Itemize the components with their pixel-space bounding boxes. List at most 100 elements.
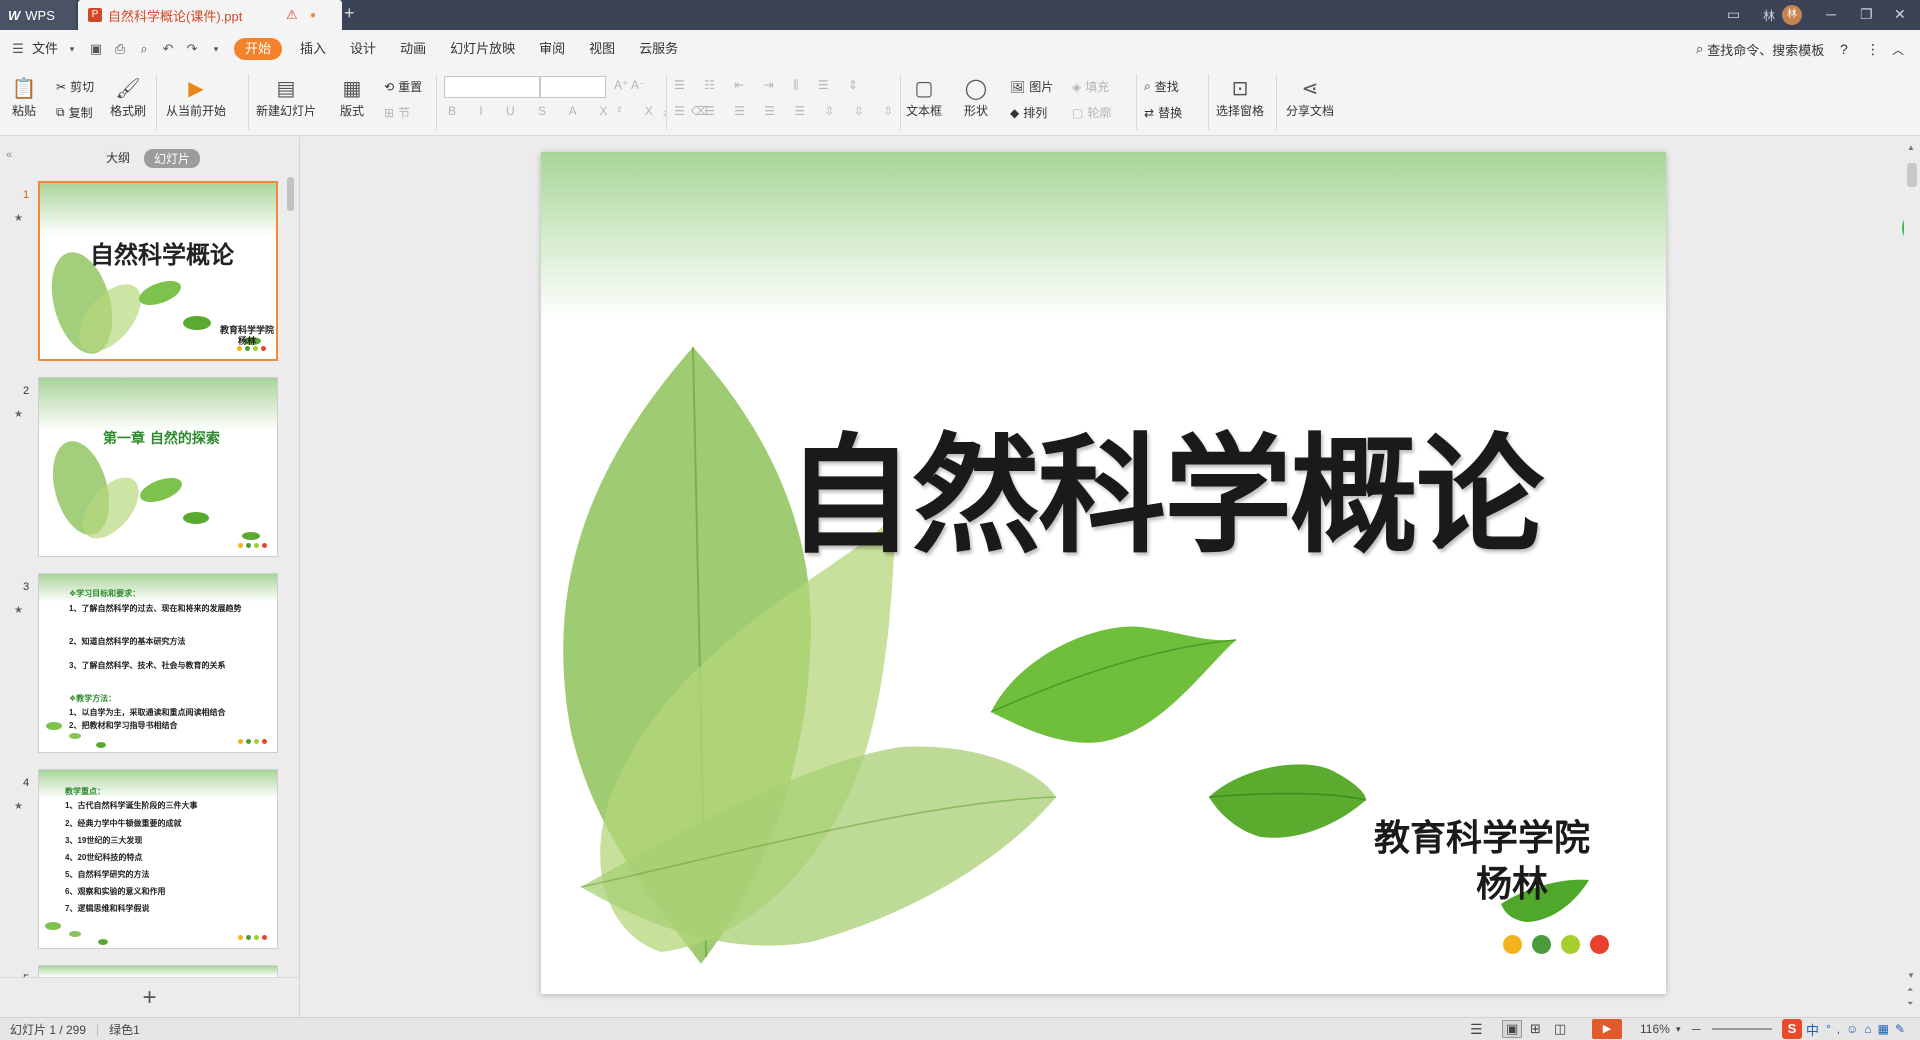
print-icon[interactable]: ⎙	[108, 41, 132, 57]
zoom-out-icon[interactable]: ─	[1692, 1022, 1701, 1036]
zoom-level[interactable]: 116%	[1640, 1022, 1670, 1036]
share-button[interactable]: ⋖ 分享文档	[1286, 74, 1334, 119]
thumbnail-title: 自然科学概论	[90, 242, 234, 269]
tab-review[interactable]: 审阅	[527, 30, 577, 68]
print-preview-icon[interactable]: ⌕	[132, 41, 156, 57]
paste-button[interactable]: 📋 粘贴	[10, 74, 38, 119]
new-slide-button[interactable]: ▤ 新建幻灯片	[256, 74, 316, 119]
redo-icon[interactable]: ↷	[180, 41, 204, 57]
grow-font-icon[interactable]: A⁺ A⁻	[614, 78, 645, 92]
ppt-file-icon: P	[88, 8, 102, 22]
slide-subtitle-author[interactable]: 杨林	[1476, 855, 1548, 907]
next-slide-icon[interactable]: ⏷	[1907, 999, 1913, 1009]
fill-button[interactable]: ◈ 填充	[1072, 78, 1109, 95]
minimize-icon[interactable]: ─	[1826, 6, 1836, 22]
tablet-mode-icon[interactable]: ▭	[1727, 6, 1740, 23]
vertical-scrollbar[interactable]: ▲ ▼ ⏶ ⏷	[1904, 137, 1920, 1017]
font-size-box[interactable]	[540, 76, 606, 98]
slide-subtitle-institution[interactable]: 教育科学学院	[1374, 809, 1590, 861]
normal-view-icon[interactable]: ▣	[1502, 1020, 1523, 1038]
zoom-chevron-icon[interactable]: ▾	[1676, 1024, 1681, 1035]
arrange-label: 排列	[1023, 106, 1048, 120]
add-slide-bar[interactable]: +	[0, 977, 299, 1017]
tab-outline[interactable]: 大纲	[106, 149, 130, 166]
command-search[interactable]: ⌕ 查找命令、搜索模板	[1696, 40, 1824, 59]
avatar[interactable]: 林	[1782, 5, 1802, 25]
animation-star-icon: ★	[14, 801, 23, 812]
thumbnail-title: 第一章 自然的探索	[103, 431, 220, 447]
slide-sorter-icon[interactable]: ⊞	[1530, 1021, 1541, 1037]
layout-button[interactable]: ▦ 版式	[338, 74, 366, 119]
paragraph-buttons-row1[interactable]: ☰ ☷ ⇤ ⇥ ⫼ ☰ ⇕	[674, 78, 866, 93]
outline-button[interactable]: ▢ 轮廓	[1072, 104, 1111, 121]
slide-title[interactable]: 自然科学概论	[786, 392, 1544, 577]
ribbon-divider	[1208, 74, 1209, 130]
tab-cloud[interactable]: 云服务	[627, 30, 690, 68]
wps-home-tab[interactable]: W WPS	[0, 0, 76, 30]
tab-slideshow[interactable]: 幻灯片放映	[438, 30, 527, 68]
close-icon[interactable]: ✕	[1894, 6, 1906, 23]
notes-icon[interactable]: ☰	[1470, 1021, 1483, 1038]
current-slide[interactable]: 自然科学概论 教育科学学院 杨林	[541, 152, 1666, 994]
picture-button[interactable]: 🖼 图片	[1010, 78, 1053, 95]
paragraph-buttons-row2[interactable]: ☰ ☰ ☰ ☰ ☰ ⇳ ⇳ ⇳	[674, 104, 901, 118]
selection-pane-label: 选择窗格	[1216, 104, 1265, 118]
scroll-thumb[interactable]	[1907, 163, 1917, 187]
file-menu-chevron-icon[interactable]: ▾	[60, 44, 84, 55]
warning-icon[interactable]: ⚠	[286, 7, 298, 23]
slide-thumbnail-5[interactable]	[38, 965, 278, 977]
zoom-slider[interactable]	[1712, 1028, 1772, 1030]
textbox-icon: ▢	[914, 77, 934, 100]
save-icon[interactable]: ▣	[84, 41, 108, 57]
reset-button[interactable]: ⟲ 重置	[384, 78, 422, 95]
customize-quick-access-icon[interactable]: ▾	[204, 44, 228, 55]
section-button[interactable]: ⊞ 节	[384, 104, 410, 121]
undo-icon[interactable]: ↶	[156, 41, 180, 57]
ime-toolbar-icons[interactable]: °,☺⌂▦✎	[1826, 1022, 1911, 1036]
hamburger-menu-icon[interactable]: ☰	[6, 41, 30, 57]
scroll-down-icon[interactable]: ▼	[1907, 971, 1915, 980]
cut-button[interactable]: ✂ 剪切	[56, 78, 94, 95]
collapse-ribbon-icon[interactable]: ︿	[1892, 41, 1904, 58]
play-from-current-button[interactable]: ▶ 从当前开始	[166, 74, 226, 119]
slide-thumbnail-3[interactable]: ❖学习目标和要求： 1、了解自然科学的过去、现在和将来的发展趋势 2、知道自然科…	[38, 573, 278, 753]
slide-thumbnail-1[interactable]: 自然科学概论 教育科学学院 杨林	[38, 181, 278, 361]
ime-chinese-label[interactable]: 中	[1806, 1020, 1819, 1039]
help-icon[interactable]: ?	[1840, 41, 1848, 57]
find-label: 查找	[1154, 80, 1179, 94]
ime-s-icon[interactable]: S	[1782, 1019, 1802, 1039]
textbox-button[interactable]: ▢ 文本框	[906, 74, 942, 119]
selection-pane-button[interactable]: ⊡ 选择窗格	[1216, 74, 1264, 119]
section-icon: ⊞	[384, 105, 395, 120]
tab-home[interactable]: 开始	[234, 38, 283, 60]
find-button[interactable]: ⌕ 查找	[1144, 78, 1179, 95]
document-tab[interactable]: P 自然科学概论(课件).ppt ⚠ ●	[78, 0, 342, 30]
scroll-up-icon[interactable]: ▲	[1907, 143, 1915, 152]
shape-button[interactable]: ◯ 形状	[962, 74, 990, 119]
tab-view[interactable]: 视图	[577, 30, 627, 68]
panel-scrollbar[interactable]	[287, 177, 294, 211]
arrange-button[interactable]: ◆ 排列	[1010, 104, 1047, 121]
new-tab-button[interactable]: +	[344, 3, 355, 24]
copy-icon: ⧉	[56, 105, 65, 119]
format-painter-button[interactable]: 🖌 格式刷	[110, 74, 146, 119]
slideshow-play-button[interactable]: ▶	[1592, 1019, 1622, 1039]
restore-icon[interactable]: ❐	[1860, 6, 1873, 23]
tab-design[interactable]: 设计	[338, 30, 388, 68]
replace-button[interactable]: ⇄ 替换	[1144, 104, 1182, 121]
add-slide-button[interactable]: +	[142, 984, 156, 1011]
decorative-dot-dark-green	[1532, 935, 1551, 954]
more-icon[interactable]: ⋮	[1866, 41, 1880, 58]
tab-animation[interactable]: 动画	[388, 30, 438, 68]
collapse-panel-icon[interactable]: «	[6, 149, 12, 161]
font-name-box[interactable]	[444, 76, 540, 98]
copy-button[interactable]: ⧉ 复制	[56, 104, 93, 121]
user-name[interactable]: 林	[1763, 7, 1775, 24]
slide-thumbnail-2[interactable]: 第一章 自然的探索	[38, 377, 278, 557]
prev-slide-icon[interactable]: ⏶	[1907, 985, 1913, 995]
slide-thumbnail-4[interactable]: 教学重点： 1、古代自然科学诞生阶段的三件大事 2、经典力学中牛顿做重要的成就 …	[38, 769, 278, 949]
wps-label: WPS	[25, 7, 55, 23]
tab-insert[interactable]: 插入	[288, 30, 338, 68]
tab-slides[interactable]: 幻灯片	[144, 149, 201, 168]
reading-view-icon[interactable]: ◫	[1554, 1021, 1566, 1037]
